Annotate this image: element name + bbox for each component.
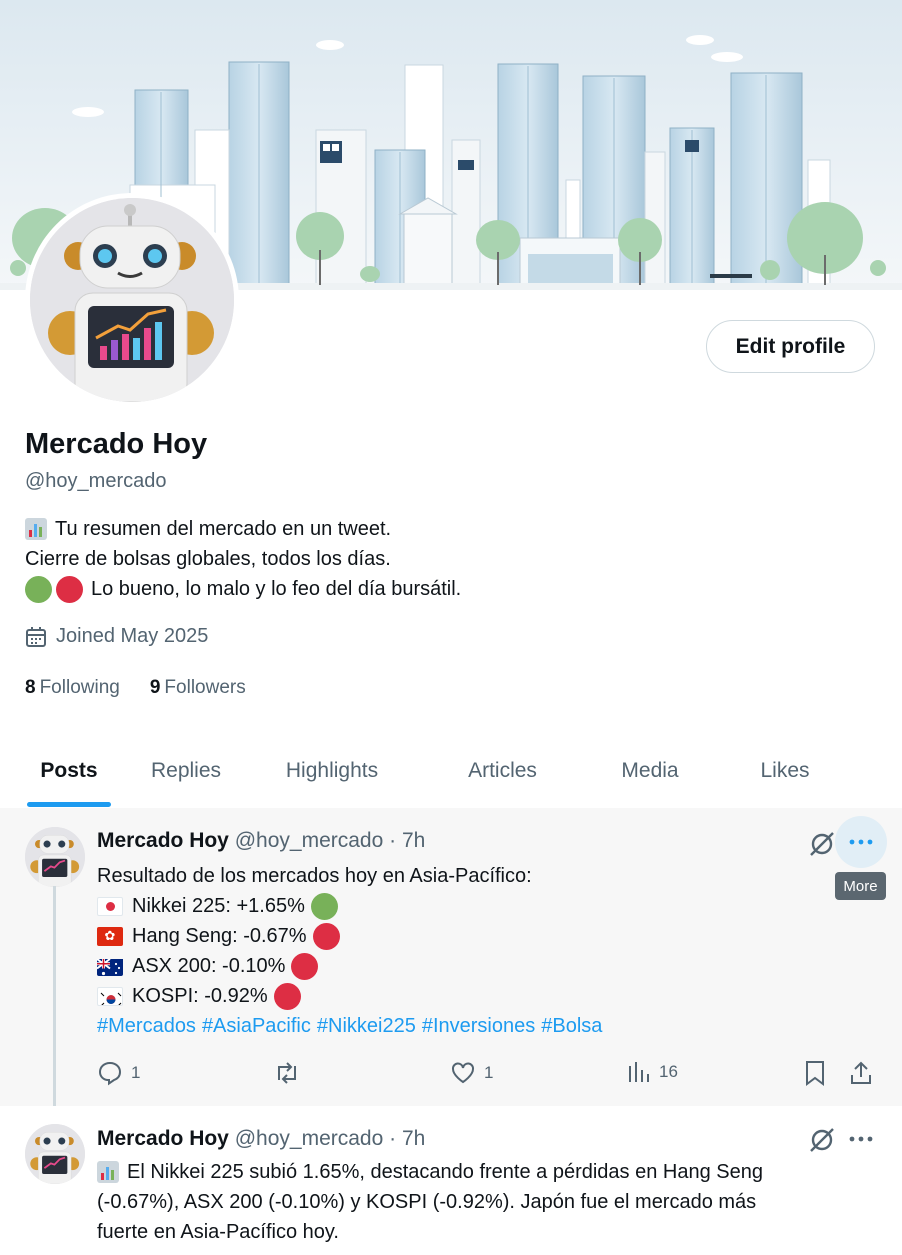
- repost-icon: [278, 1062, 296, 1084]
- tab-media-label: Media: [621, 759, 679, 782]
- repost-button[interactable]: [273, 1060, 309, 1086]
- more-options-button[interactable]: [835, 816, 887, 868]
- post-text-line-3: fuerte en Asia-Pacífico hoy.: [97, 1221, 339, 1243]
- share-button[interactable]: [849, 1060, 881, 1086]
- market-line-asx: ASX 200: -0.10%: [132, 955, 286, 977]
- tab-likes[interactable]: Likes: [725, 735, 845, 807]
- hashtag-list: #Mercados #AsiaPacific #Nikkei225 #Inver…: [97, 1011, 608, 1041]
- profile-avatar[interactable]: [25, 193, 239, 407]
- bio-line-1: Tu resumen del mercado en un tweet.: [55, 518, 392, 540]
- more-icon: [849, 839, 873, 845]
- market-line-kospi: KOSPI: -0.92%: [132, 985, 268, 1007]
- joined-text: Joined May 2025: [56, 625, 209, 647]
- hashtag-link[interactable]: #Inversiones: [422, 1011, 535, 1041]
- post-author-meta[interactable]: @hoy_mercado · 7h: [235, 829, 426, 852]
- post-text: El Nikkei 225 subió 1.65%, destacando fr…: [97, 1157, 763, 1247]
- market-line-hang-seng: Hang Seng: -0.67%: [132, 925, 307, 947]
- post-author-avatar[interactable]: [25, 827, 85, 887]
- grok-icon[interactable]: [808, 1126, 836, 1154]
- post-author-name[interactable]: Mercado Hoy: [97, 1127, 229, 1150]
- post-header: Mercado Hoy @hoy_mercado · 7h: [97, 1127, 425, 1151]
- tab-articles[interactable]: Articles: [430, 735, 575, 807]
- red-circle-emoji-icon: [291, 952, 319, 980]
- hashtag-link[interactable]: #Mercados: [97, 1011, 196, 1041]
- follow-stats: 8 Following 9 Followers: [25, 677, 246, 699]
- bio-line-2: Cierre de bolsas globales, todos los día…: [25, 548, 391, 570]
- calendar-icon: [26, 626, 46, 647]
- tab-posts-label: Posts: [40, 759, 98, 782]
- post-card[interactable]: Mercado Hoy @hoy_mercado · 7h El Nikkei …: [0, 1106, 902, 1255]
- tab-replies[interactable]: Replies: [138, 735, 234, 807]
- grok-icon[interactable]: [808, 830, 836, 858]
- green-circle-emoji-icon: [310, 892, 338, 920]
- post-intro: Resultado de los mercados hoy en Asia-Pa…: [97, 865, 532, 887]
- views-button[interactable]: 16: [627, 1060, 678, 1084]
- following-link[interactable]: 8 Following: [25, 677, 120, 699]
- market-line-nikkei: Nikkei 225: +1.65%: [132, 895, 305, 917]
- hashtag-link[interactable]: #Bolsa: [541, 1011, 602, 1041]
- post-action-bar: 1 1 16: [0, 1060, 902, 1090]
- heart-icon: [452, 1062, 474, 1084]
- tab-replies-label: Replies: [150, 759, 222, 782]
- hashtag-link[interactable]: #Nikkei225: [317, 1011, 416, 1041]
- bookmark-icon: [806, 1061, 824, 1086]
- post-header: Mercado Hoy @hoy_mercado · 7h: [97, 829, 425, 853]
- south-korea-flag-icon: [97, 986, 123, 1006]
- hashtag-link[interactable]: #AsiaPacific: [202, 1011, 311, 1041]
- red-circle-emoji-icon: [273, 982, 301, 1010]
- more-tooltip: More: [835, 872, 886, 900]
- profile-bio: Tu resumen del mercado en un tweet. Cier…: [25, 514, 461, 604]
- post-text-line-1: El Nikkei 225 subió 1.65%, destacando fr…: [127, 1161, 763, 1183]
- more-icon: [849, 1136, 873, 1142]
- more-options-button[interactable]: [835, 1113, 887, 1165]
- red-circle-emoji-icon: [56, 575, 83, 603]
- profile-tabs: Posts Replies Highlights Articles Media …: [0, 735, 902, 807]
- following-label: Following: [39, 677, 120, 698]
- bar-chart-emoji-icon: [97, 1161, 119, 1183]
- tab-articles-label: Articles: [468, 759, 537, 782]
- hong-kong-flag-icon: ✿: [97, 926, 123, 946]
- post-text-line-2: (-0.67%), ASX 200 (-0.10%) y KOSPI (-0.9…: [97, 1191, 757, 1213]
- bar-chart-emoji-icon: [25, 518, 47, 540]
- post-text: Resultado de los mercados hoy en Asia-Pa…: [97, 861, 608, 1041]
- green-circle-emoji-icon: [25, 575, 52, 603]
- views-icon: [629, 1062, 649, 1082]
- like-count: 1: [484, 1063, 494, 1082]
- edit-profile-button[interactable]: Edit profile: [706, 320, 875, 373]
- followers-link[interactable]: 9 Followers: [150, 677, 246, 699]
- tab-media[interactable]: Media: [575, 735, 725, 807]
- post-author-meta[interactable]: @hoy_mercado · 7h: [235, 1127, 426, 1150]
- post-author-name[interactable]: Mercado Hoy: [97, 829, 229, 852]
- reply-icon: [98, 1061, 122, 1086]
- bio-line-3: Lo bueno, lo malo y lo feo del día bursá…: [91, 578, 462, 600]
- like-button[interactable]: 1: [450, 1060, 493, 1086]
- active-tab-indicator: [27, 802, 111, 807]
- post-author-avatar[interactable]: [25, 1124, 85, 1184]
- following-count: 8: [25, 677, 36, 698]
- tab-highlights[interactable]: Highlights: [234, 735, 430, 807]
- profile-name: Mercado Hoy: [25, 428, 208, 460]
- tab-highlights-label: Highlights: [285, 759, 379, 782]
- bookmark-button[interactable]: [803, 1060, 835, 1086]
- reply-count: 1: [131, 1063, 141, 1082]
- joined-date: Joined May 2025: [25, 625, 208, 648]
- japan-flag-icon: [97, 896, 123, 916]
- view-count: 16: [659, 1062, 678, 1081]
- australia-flag-icon: [97, 957, 123, 976]
- followers-label: Followers: [164, 677, 246, 698]
- profile-handle: @hoy_mercado: [25, 470, 167, 492]
- red-circle-emoji-icon: [312, 922, 340, 950]
- tab-likes-label: Likes: [760, 759, 810, 782]
- reply-button[interactable]: 1: [97, 1060, 140, 1086]
- followers-count: 9: [149, 677, 161, 698]
- share-icon: [851, 1061, 871, 1084]
- tab-posts[interactable]: Posts: [0, 735, 138, 807]
